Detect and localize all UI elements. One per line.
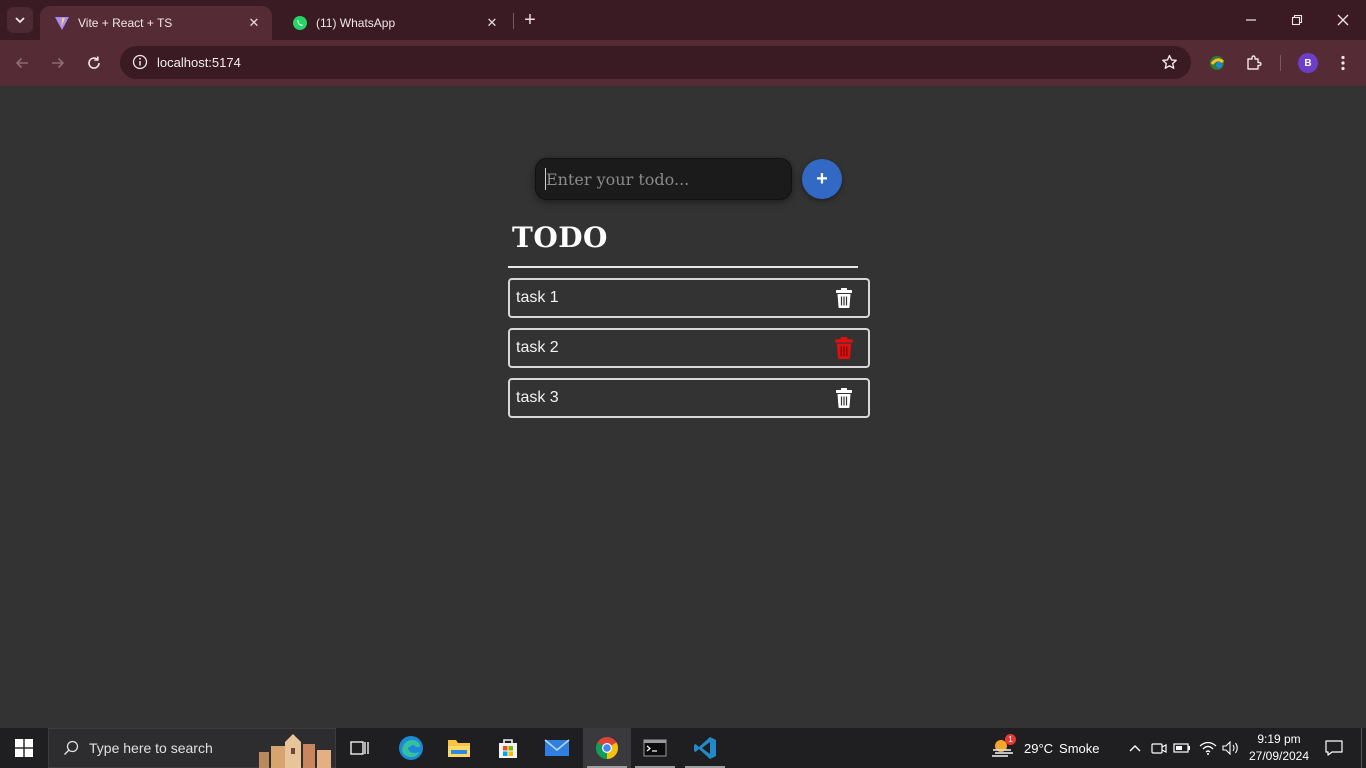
task-view-icon (350, 741, 369, 755)
show-desktop-button[interactable] (1361, 728, 1366, 768)
heading-divider (508, 266, 858, 268)
page-title: TODO (512, 221, 608, 254)
volume-button[interactable] (1221, 728, 1241, 768)
trash-icon[interactable] (832, 286, 856, 310)
close-icon (1337, 14, 1349, 26)
file-explorer-icon (448, 740, 470, 757)
clock[interactable]: 9:19 pm 27/09/2024 (1240, 731, 1318, 765)
weather-badge: 1 (1005, 734, 1016, 745)
tab-vite[interactable]: Vite + React + TS ✕ (40, 6, 272, 40)
windows-taskbar: Type here to search 1 29°C Smoke 9:19 pm… (0, 728, 1366, 768)
terminal-app[interactable] (631, 728, 679, 768)
meet-now-button[interactable] (1150, 728, 1168, 768)
tab-divider (513, 13, 514, 29)
clock-time: 9:19 pm (1257, 732, 1301, 746)
arrow-right-icon (52, 57, 65, 69)
chevron-up-icon (1129, 745, 1141, 752)
weather-condition: Smoke (1059, 740, 1100, 756)
text-cursor (545, 168, 546, 190)
todo-app: + TODO task 1 task 2 task 3 (0, 86, 1366, 728)
notification-icon (1325, 740, 1343, 756)
back-button[interactable] (9, 50, 35, 76)
show-hidden-icons-button[interactable] (1126, 728, 1144, 768)
todo-item[interactable]: task 2 (508, 328, 870, 368)
mail-app[interactable] (533, 728, 581, 768)
tab-whatsapp[interactable]: (11) WhatsApp ✕ (278, 6, 510, 40)
vscode-app[interactable] (681, 728, 729, 768)
close-tab-icon[interactable]: ✕ (482, 13, 502, 33)
chevron-down-icon (15, 17, 25, 24)
windows-logo-icon (15, 739, 33, 757)
forward-button[interactable] (45, 50, 71, 76)
close-window-button[interactable] (1320, 0, 1366, 40)
url-text[interactable]: localhost:5174 (157, 55, 241, 70)
search-placeholder: Type here to search (89, 740, 213, 756)
todo-item[interactable]: task 3 (508, 378, 870, 418)
microsoft-store-app[interactable] (484, 728, 532, 768)
edge-icon (399, 736, 423, 760)
todo-input[interactable] (535, 158, 792, 200)
vite-icon (54, 15, 70, 31)
arrow-left-icon (15, 57, 28, 69)
trash-icon[interactable] (832, 386, 856, 410)
terminal-icon (643, 739, 667, 757)
new-tab-button[interactable]: + (519, 9, 541, 31)
todo-text: task 1 (516, 289, 559, 306)
weather-widget[interactable]: 1 29°C Smoke (990, 728, 1100, 768)
site-info-icon[interactable] (130, 52, 150, 72)
minimize-icon (1246, 19, 1256, 21)
extensions-puzzle-icon[interactable] (1241, 50, 1267, 76)
search-highlight-image (259, 734, 331, 768)
start-button[interactable] (0, 728, 48, 768)
browser-toolbar: localhost:5174 B (0, 40, 1366, 86)
vscode-icon (694, 737, 716, 759)
microsoft-store-icon (499, 739, 517, 758)
browser-menu-button[interactable] (1330, 50, 1356, 76)
speaker-icon (1222, 741, 1238, 755)
kebab-menu-icon (1341, 55, 1345, 71)
tab-title: (11) WhatsApp (316, 16, 396, 30)
restore-button[interactable] (1274, 0, 1320, 40)
tab-search-button[interactable] (7, 7, 33, 33)
edge-app[interactable] (387, 728, 435, 768)
weather-temperature: 29°C (1024, 740, 1054, 756)
notifications-button[interactable] (1322, 728, 1346, 768)
close-tab-icon[interactable]: ✕ (244, 13, 264, 33)
restore-icon (1291, 14, 1303, 26)
extension-colorful-icon[interactable] (1204, 50, 1230, 76)
todo-item[interactable]: task 1 (508, 278, 870, 318)
bookmark-star-icon[interactable] (1159, 52, 1179, 72)
mail-icon (544, 739, 570, 756)
todo-text: task 2 (516, 339, 559, 356)
battery-button[interactable] (1173, 728, 1191, 768)
whatsapp-icon (292, 15, 308, 31)
todo-text: task 3 (516, 389, 559, 406)
tab-title: Vite + React + TS (78, 16, 173, 30)
task-view-button[interactable] (336, 728, 384, 768)
toolbar-divider (1280, 55, 1281, 71)
network-button[interactable] (1198, 728, 1218, 768)
wifi-icon (1199, 741, 1217, 755)
search-icon (61, 738, 81, 758)
file-explorer-app[interactable] (435, 728, 483, 768)
avatar: B (1298, 53, 1318, 73)
reload-icon (88, 56, 100, 69)
address-bar[interactable]: localhost:5174 (120, 46, 1191, 79)
camera-icon (1151, 743, 1167, 754)
add-todo-button[interactable]: + (802, 159, 842, 199)
chrome-app[interactable] (583, 728, 631, 768)
weather-smoke-icon: 1 (990, 734, 1018, 760)
chrome-icon (596, 737, 618, 759)
trash-icon[interactable] (832, 336, 856, 360)
clock-date: 27/09/2024 (1248, 749, 1310, 763)
battery-icon (1173, 743, 1190, 753)
reload-button[interactable] (81, 50, 107, 76)
minimize-button[interactable] (1228, 0, 1274, 40)
browser-tab-strip: Vite + React + TS ✕ (11) WhatsApp ✕ + (0, 0, 1366, 40)
profile-button[interactable]: B (1295, 50, 1321, 76)
